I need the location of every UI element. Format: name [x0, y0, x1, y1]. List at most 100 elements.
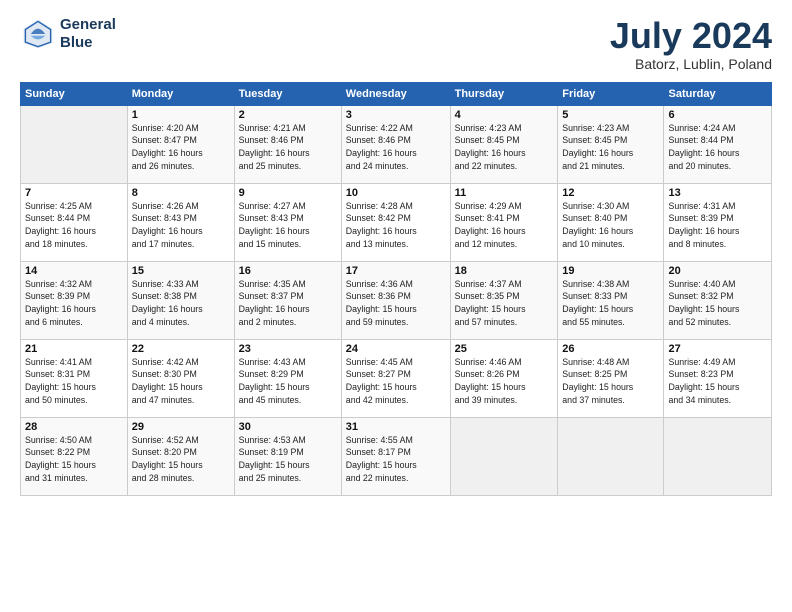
logo: General Blue: [20, 16, 116, 52]
day-info: Sunrise: 4:32 AM Sunset: 8:39 PM Dayligh…: [25, 278, 123, 329]
day-number: 27: [668, 343, 767, 355]
day-info: Sunrise: 4:35 AM Sunset: 8:37 PM Dayligh…: [239, 278, 337, 329]
day-cell: 19Sunrise: 4:38 AM Sunset: 8:33 PM Dayli…: [558, 261, 664, 339]
day-number: 26: [562, 343, 659, 355]
day-cell: 27Sunrise: 4:49 AM Sunset: 8:23 PM Dayli…: [664, 339, 772, 417]
header-row: SundayMondayTuesdayWednesdayThursdayFrid…: [21, 82, 772, 105]
day-number: 11: [455, 187, 554, 199]
day-info: Sunrise: 4:53 AM Sunset: 8:19 PM Dayligh…: [239, 434, 337, 485]
week-row-4: 21Sunrise: 4:41 AM Sunset: 8:31 PM Dayli…: [21, 339, 772, 417]
day-info: Sunrise: 4:21 AM Sunset: 8:46 PM Dayligh…: [239, 122, 337, 173]
day-info: Sunrise: 4:42 AM Sunset: 8:30 PM Dayligh…: [132, 356, 230, 407]
day-cell: 24Sunrise: 4:45 AM Sunset: 8:27 PM Dayli…: [341, 339, 450, 417]
day-cell: 18Sunrise: 4:37 AM Sunset: 8:35 PM Dayli…: [450, 261, 558, 339]
day-info: Sunrise: 4:20 AM Sunset: 8:47 PM Dayligh…: [132, 122, 230, 173]
day-number: 5: [562, 109, 659, 121]
day-number: 31: [346, 421, 446, 433]
day-number: 8: [132, 187, 230, 199]
day-cell: 17Sunrise: 4:36 AM Sunset: 8:36 PM Dayli…: [341, 261, 450, 339]
location-subtitle: Batorz, Lublin, Poland: [610, 56, 772, 72]
day-cell: 26Sunrise: 4:48 AM Sunset: 8:25 PM Dayli…: [558, 339, 664, 417]
day-info: Sunrise: 4:23 AM Sunset: 8:45 PM Dayligh…: [562, 122, 659, 173]
col-header-friday: Friday: [558, 82, 664, 105]
header: General Blue July 2024 Batorz, Lublin, P…: [20, 16, 772, 72]
day-cell: 15Sunrise: 4:33 AM Sunset: 8:38 PM Dayli…: [127, 261, 234, 339]
day-cell: 30Sunrise: 4:53 AM Sunset: 8:19 PM Dayli…: [234, 417, 341, 495]
day-info: Sunrise: 4:40 AM Sunset: 8:32 PM Dayligh…: [668, 278, 767, 329]
week-row-2: 7Sunrise: 4:25 AM Sunset: 8:44 PM Daylig…: [21, 183, 772, 261]
day-info: Sunrise: 4:55 AM Sunset: 8:17 PM Dayligh…: [346, 434, 446, 485]
day-info: Sunrise: 4:28 AM Sunset: 8:42 PM Dayligh…: [346, 200, 446, 251]
week-row-1: 1Sunrise: 4:20 AM Sunset: 8:47 PM Daylig…: [21, 105, 772, 183]
day-number: 9: [239, 187, 337, 199]
day-cell: [450, 417, 558, 495]
day-number: 12: [562, 187, 659, 199]
day-number: 15: [132, 265, 230, 277]
col-header-tuesday: Tuesday: [234, 82, 341, 105]
day-info: Sunrise: 4:29 AM Sunset: 8:41 PM Dayligh…: [455, 200, 554, 251]
day-cell: 10Sunrise: 4:28 AM Sunset: 8:42 PM Dayli…: [341, 183, 450, 261]
day-cell: [664, 417, 772, 495]
day-info: Sunrise: 4:30 AM Sunset: 8:40 PM Dayligh…: [562, 200, 659, 251]
col-header-wednesday: Wednesday: [341, 82, 450, 105]
day-info: Sunrise: 4:37 AM Sunset: 8:35 PM Dayligh…: [455, 278, 554, 329]
day-number: 13: [668, 187, 767, 199]
day-number: 2: [239, 109, 337, 121]
logo-line1: General: [60, 16, 116, 34]
day-number: 30: [239, 421, 337, 433]
day-info: Sunrise: 4:24 AM Sunset: 8:44 PM Dayligh…: [668, 122, 767, 173]
day-cell: 23Sunrise: 4:43 AM Sunset: 8:29 PM Dayli…: [234, 339, 341, 417]
day-cell: 28Sunrise: 4:50 AM Sunset: 8:22 PM Dayli…: [21, 417, 128, 495]
day-info: Sunrise: 4:46 AM Sunset: 8:26 PM Dayligh…: [455, 356, 554, 407]
day-info: Sunrise: 4:25 AM Sunset: 8:44 PM Dayligh…: [25, 200, 123, 251]
month-title: July 2024: [610, 16, 772, 56]
col-header-thursday: Thursday: [450, 82, 558, 105]
day-info: Sunrise: 4:27 AM Sunset: 8:43 PM Dayligh…: [239, 200, 337, 251]
day-info: Sunrise: 4:26 AM Sunset: 8:43 PM Dayligh…: [132, 200, 230, 251]
day-cell: 8Sunrise: 4:26 AM Sunset: 8:43 PM Daylig…: [127, 183, 234, 261]
day-cell: 5Sunrise: 4:23 AM Sunset: 8:45 PM Daylig…: [558, 105, 664, 183]
day-number: 4: [455, 109, 554, 121]
day-number: 16: [239, 265, 337, 277]
day-number: 18: [455, 265, 554, 277]
day-cell: 16Sunrise: 4:35 AM Sunset: 8:37 PM Dayli…: [234, 261, 341, 339]
day-info: Sunrise: 4:45 AM Sunset: 8:27 PM Dayligh…: [346, 356, 446, 407]
day-cell: [21, 105, 128, 183]
day-cell: 21Sunrise: 4:41 AM Sunset: 8:31 PM Dayli…: [21, 339, 128, 417]
day-info: Sunrise: 4:48 AM Sunset: 8:25 PM Dayligh…: [562, 356, 659, 407]
day-number: 14: [25, 265, 123, 277]
week-row-3: 14Sunrise: 4:32 AM Sunset: 8:39 PM Dayli…: [21, 261, 772, 339]
day-number: 3: [346, 109, 446, 121]
day-info: Sunrise: 4:22 AM Sunset: 8:46 PM Dayligh…: [346, 122, 446, 173]
day-number: 6: [668, 109, 767, 121]
day-info: Sunrise: 4:33 AM Sunset: 8:38 PM Dayligh…: [132, 278, 230, 329]
day-info: Sunrise: 4:50 AM Sunset: 8:22 PM Dayligh…: [25, 434, 123, 485]
day-cell: 4Sunrise: 4:23 AM Sunset: 8:45 PM Daylig…: [450, 105, 558, 183]
day-number: 25: [455, 343, 554, 355]
col-header-sunday: Sunday: [21, 82, 128, 105]
day-cell: 13Sunrise: 4:31 AM Sunset: 8:39 PM Dayli…: [664, 183, 772, 261]
day-number: 20: [668, 265, 767, 277]
day-info: Sunrise: 4:36 AM Sunset: 8:36 PM Dayligh…: [346, 278, 446, 329]
day-info: Sunrise: 4:41 AM Sunset: 8:31 PM Dayligh…: [25, 356, 123, 407]
logo-icon: [20, 16, 56, 52]
day-cell: 29Sunrise: 4:52 AM Sunset: 8:20 PM Dayli…: [127, 417, 234, 495]
day-info: Sunrise: 4:23 AM Sunset: 8:45 PM Dayligh…: [455, 122, 554, 173]
page: General Blue July 2024 Batorz, Lublin, P…: [0, 0, 792, 612]
day-cell: [558, 417, 664, 495]
day-cell: 6Sunrise: 4:24 AM Sunset: 8:44 PM Daylig…: [664, 105, 772, 183]
day-cell: 1Sunrise: 4:20 AM Sunset: 8:47 PM Daylig…: [127, 105, 234, 183]
day-cell: 7Sunrise: 4:25 AM Sunset: 8:44 PM Daylig…: [21, 183, 128, 261]
day-info: Sunrise: 4:52 AM Sunset: 8:20 PM Dayligh…: [132, 434, 230, 485]
day-info: Sunrise: 4:31 AM Sunset: 8:39 PM Dayligh…: [668, 200, 767, 251]
day-cell: 31Sunrise: 4:55 AM Sunset: 8:17 PM Dayli…: [341, 417, 450, 495]
logo-line2: Blue: [60, 34, 116, 52]
day-number: 29: [132, 421, 230, 433]
col-header-monday: Monday: [127, 82, 234, 105]
day-cell: 11Sunrise: 4:29 AM Sunset: 8:41 PM Dayli…: [450, 183, 558, 261]
day-cell: 14Sunrise: 4:32 AM Sunset: 8:39 PM Dayli…: [21, 261, 128, 339]
day-cell: 3Sunrise: 4:22 AM Sunset: 8:46 PM Daylig…: [341, 105, 450, 183]
day-cell: 22Sunrise: 4:42 AM Sunset: 8:30 PM Dayli…: [127, 339, 234, 417]
day-number: 7: [25, 187, 123, 199]
day-info: Sunrise: 4:38 AM Sunset: 8:33 PM Dayligh…: [562, 278, 659, 329]
